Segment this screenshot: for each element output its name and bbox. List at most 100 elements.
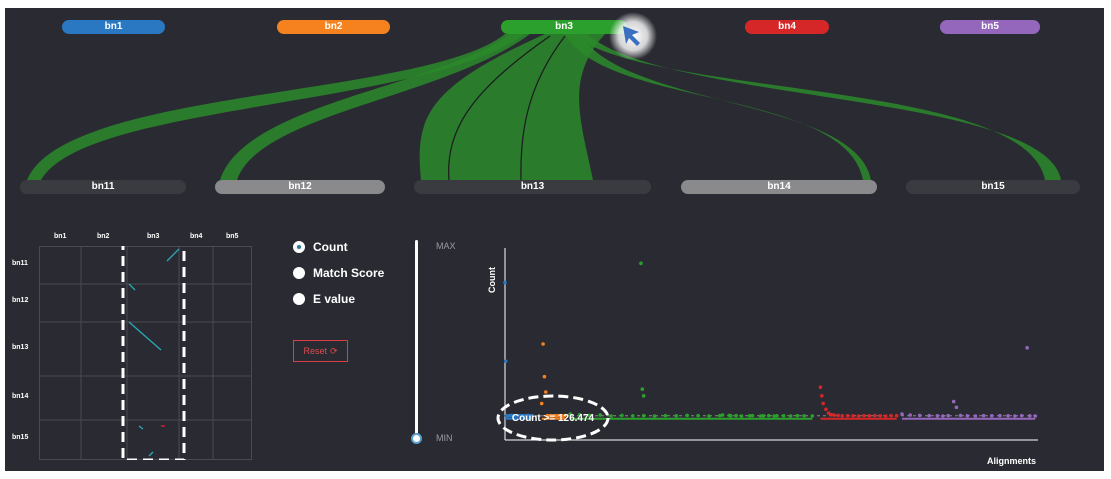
y-axis-label: Count	[487, 267, 497, 293]
radio-icon	[293, 293, 305, 305]
refresh-icon: ⟳	[329, 345, 338, 356]
bottom-node-bn15[interactable]: bn15	[906, 180, 1080, 194]
data-point	[818, 385, 823, 389]
node-label: bn2	[324, 21, 343, 32]
bottom-node-bn12[interactable]: bn12	[215, 180, 385, 194]
data-point	[641, 413, 646, 418]
data-point	[840, 414, 845, 418]
data-point	[1019, 413, 1024, 418]
data-point	[935, 414, 940, 418]
top-node-bn4[interactable]: bn4	[745, 20, 829, 34]
data-point	[810, 414, 815, 418]
top-node-bn2[interactable]: bn2	[277, 20, 390, 34]
data-point	[766, 413, 771, 418]
radio-selected-icon	[293, 241, 305, 253]
data-point	[1033, 414, 1038, 418]
alignment-scatter-chart[interactable]: Count Alignments Count >= 126.474	[483, 240, 1063, 466]
data-point	[640, 387, 645, 391]
data-point	[894, 414, 899, 418]
matrix-col-label: bn4	[190, 233, 203, 240]
matrix-col-label: bn1	[54, 233, 67, 240]
data-point	[802, 414, 806, 418]
data-point	[639, 261, 643, 266]
data-point	[1028, 414, 1032, 418]
node-label: bn1	[104, 21, 123, 32]
data-point	[641, 394, 646, 398]
data-point	[867, 414, 872, 418]
data-point	[836, 413, 840, 418]
bottom-node-bn14[interactable]: bn14	[681, 180, 877, 194]
data-point	[620, 413, 624, 418]
data-point	[951, 399, 956, 404]
data-point	[824, 407, 828, 412]
data-point	[946, 413, 951, 418]
top-node-bn1[interactable]: bn1	[62, 20, 165, 34]
node-label: bn13	[520, 181, 545, 192]
x-axis-label: Alignments	[987, 456, 1036, 466]
data-point	[734, 413, 738, 418]
data-point	[775, 414, 779, 418]
data-point	[873, 413, 877, 418]
data-point	[989, 414, 994, 418]
matrix-row-label: bn11	[12, 260, 28, 267]
bottom-node-bn11[interactable]: bn11	[20, 180, 186, 194]
metric-option-e-value[interactable]: E value	[293, 292, 355, 306]
node-label: bn15	[981, 181, 1005, 192]
data-point	[781, 414, 786, 418]
data-point	[883, 414, 888, 418]
reset-label: Reset	[303, 346, 327, 356]
data-point	[609, 414, 613, 418]
data-point	[878, 414, 883, 418]
metric-option-count[interactable]: Count	[293, 240, 348, 254]
data-point	[973, 414, 978, 418]
data-point	[845, 413, 850, 418]
dot-plot-matrix[interactable]	[39, 246, 252, 460]
node-label: bn3	[555, 21, 573, 32]
data-point	[954, 405, 959, 410]
data-point	[820, 394, 824, 398]
data-point	[685, 413, 689, 418]
data-point	[674, 414, 679, 418]
slider-min-label: MIN	[436, 433, 453, 443]
data-point	[927, 413, 932, 418]
data-point	[1025, 346, 1029, 350]
metric-option-match-score[interactable]: Match Score	[293, 266, 384, 280]
top-node-bn5[interactable]: bn5	[940, 20, 1040, 34]
threshold-slider-track[interactable]	[415, 240, 418, 440]
threshold-label: Count >= 126.474	[512, 413, 595, 424]
matrix-row-label: bn15	[12, 434, 29, 441]
data-point	[543, 390, 548, 394]
matrix-row-label: bn12	[12, 297, 29, 304]
data-point	[821, 401, 825, 406]
node-label: bn5	[981, 21, 999, 32]
data-point	[889, 413, 893, 418]
radio-label: Match Score	[313, 266, 385, 280]
bottom-node-bn13[interactable]: bn13	[414, 180, 651, 194]
data-point	[851, 414, 855, 418]
node-label: bn11	[91, 181, 115, 192]
threshold-slider-handle[interactable]	[411, 433, 422, 444]
data-point	[707, 414, 711, 418]
data-point	[917, 413, 922, 418]
data-point	[631, 414, 635, 418]
reset-button[interactable]: Reset ⟳	[293, 340, 348, 362]
matrix-col-label: bn5	[226, 233, 239, 240]
data-point	[503, 280, 507, 285]
matrix-row-label: bn14	[12, 393, 29, 400]
radio-icon	[293, 267, 305, 279]
data-point	[652, 414, 657, 418]
data-point	[747, 414, 752, 418]
data-point	[541, 342, 545, 346]
visualization-panel: bn1 bn2 bn3 bn4 bn5 bn11 bn12 bn13 bn14 …	[5, 8, 1104, 471]
data-point	[663, 413, 668, 418]
cursor-glow	[609, 12, 657, 60]
data-point	[941, 414, 945, 418]
data-point	[958, 413, 963, 418]
node-label: bn14	[767, 181, 791, 192]
data-point	[539, 401, 544, 406]
data-point	[1013, 414, 1017, 418]
slider-max-label: MAX	[436, 241, 456, 251]
data-point	[504, 359, 508, 364]
data-point	[542, 374, 547, 379]
matrix-col-label: bn2	[97, 233, 110, 240]
